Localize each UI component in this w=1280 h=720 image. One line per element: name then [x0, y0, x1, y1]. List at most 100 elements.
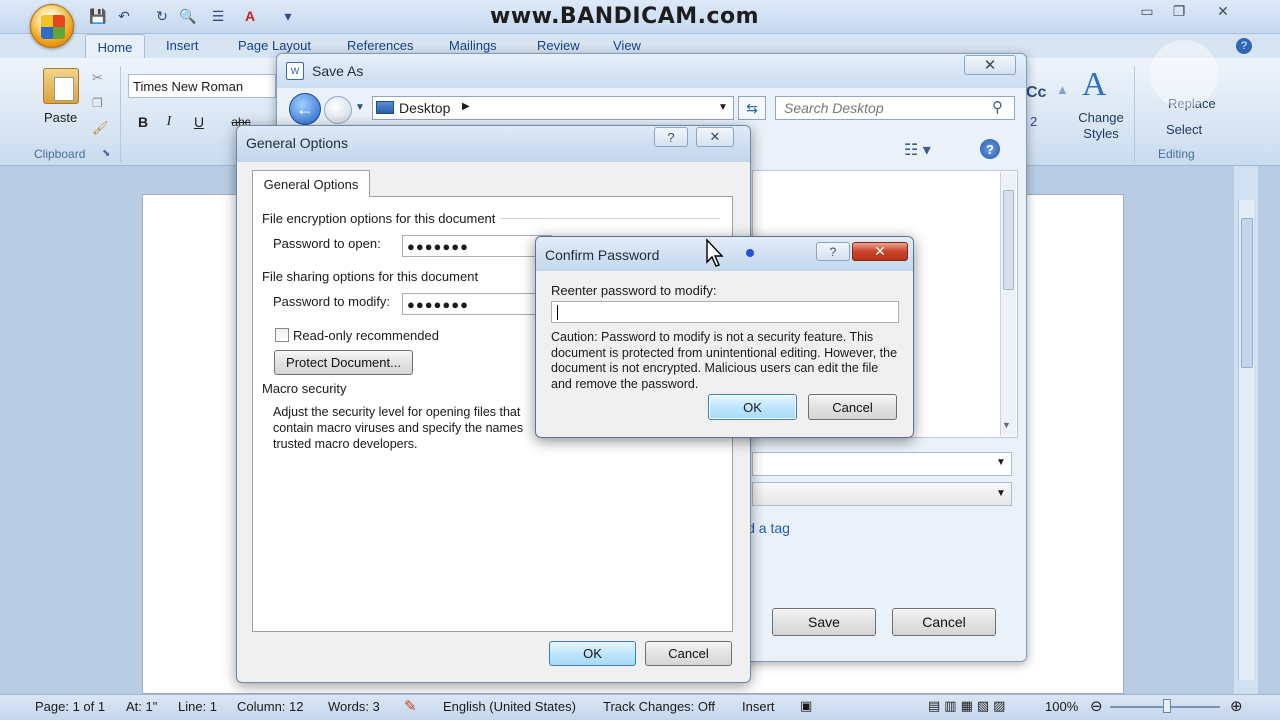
view-buttons-icon[interactable]: ▤▥▦▧▨: [928, 698, 1009, 714]
word-doc-icon: W: [286, 62, 304, 80]
scrollbar-thumb[interactable]: [1241, 218, 1253, 368]
proofing-icon[interactable]: ✎: [404, 697, 417, 715]
status-line[interactable]: Line: 1: [178, 699, 217, 714]
scroll-down-icon[interactable]: ▼: [1002, 420, 1011, 430]
status-at[interactable]: At: 1": [126, 699, 157, 714]
save-button[interactable]: Save: [772, 608, 876, 636]
clipboard-launcher-icon[interactable]: ⬊: [102, 148, 110, 159]
change-styles-icon[interactable]: A: [1082, 66, 1107, 104]
bold-icon[interactable]: B: [132, 112, 154, 132]
zoom-slider-thumb[interactable]: [1163, 699, 1171, 713]
save-as-cancel-button[interactable]: Cancel: [892, 608, 996, 636]
recording-watermark: www.BANDICAM.com: [490, 4, 760, 29]
tab-view[interactable]: View: [613, 38, 641, 53]
protect-document-button[interactable]: Protect Document...: [274, 350, 413, 375]
views-icon[interactable]: ☷ ▾: [904, 140, 931, 160]
copy-icon[interactable]: ❐: [92, 96, 103, 110]
style-cc-icon[interactable]: Cc: [1026, 84, 1046, 102]
save-type-dropdown-icon[interactable]: ▼: [996, 488, 1006, 499]
ribbon-help-icon[interactable]: ?: [1236, 38, 1252, 54]
tab-mailings[interactable]: Mailings: [449, 38, 497, 53]
desktop-icon: [376, 101, 394, 114]
status-words[interactable]: Words: 3: [328, 699, 380, 714]
search-placeholder[interactable]: Search Desktop: [784, 100, 884, 116]
restore-icon[interactable]: ❐: [1162, 1, 1196, 21]
save-type-select[interactable]: [752, 482, 1012, 506]
forward-arrow-icon[interactable]: [324, 96, 352, 124]
zoom-level[interactable]: 100%: [1045, 699, 1078, 714]
search-icon[interactable]: ⚲: [992, 98, 1003, 116]
sharing-heading: File sharing options for this document: [262, 269, 479, 284]
macro-text-line-1: Adjust the security level for opening fi…: [273, 405, 521, 419]
recent-pages-dropdown-icon[interactable]: ▼: [355, 102, 365, 113]
file-name-dropdown-icon[interactable]: ▼: [996, 457, 1006, 468]
change-styles-label[interactable]: Change Styles: [1076, 110, 1126, 142]
status-page[interactable]: Page: 1 of 1: [35, 699, 105, 714]
divider: [500, 218, 720, 219]
refresh-icon[interactable]: ⇆: [738, 96, 766, 120]
password-modify-field[interactable]: ●●●●●●●: [402, 293, 552, 315]
password-open-field[interactable]: ●●●●●●●: [402, 235, 552, 257]
select-button[interactable]: Select: [1166, 122, 1202, 137]
document-scrollbar[interactable]: [1238, 200, 1254, 680]
paste-label[interactable]: Paste: [44, 110, 77, 125]
status-column[interactable]: Column: 12: [237, 699, 303, 714]
qat-dropdown-icon[interactable]: ▾: [278, 6, 298, 26]
redo-icon[interactable]: ↻: [152, 6, 172, 26]
password-modify-label: Password to modify:: [273, 294, 391, 309]
cut-icon[interactable]: ✂: [92, 70, 103, 86]
paste-icon[interactable]: [43, 68, 79, 104]
general-options-close-button[interactable]: ✕: [696, 127, 734, 147]
macro-security-heading: Macro security: [262, 381, 347, 396]
tab-references[interactable]: References: [347, 38, 413, 53]
format-painter-icon[interactable]: 🖌: [92, 120, 109, 136]
back-arrow-icon[interactable]: ←: [289, 93, 321, 125]
file-name-field[interactable]: [752, 452, 1012, 476]
macro-record-icon[interactable]: ▣: [800, 698, 812, 714]
caution-text: Caution: Password to modify is not a sec…: [551, 330, 898, 391]
minimize-icon[interactable]: ▭: [1130, 1, 1164, 21]
save-as-help-icon[interactable]: ?: [980, 139, 1000, 159]
tab-home[interactable]: Home: [85, 34, 145, 59]
breadcrumb-arrow-icon[interactable]: ▶: [462, 101, 470, 112]
group-separator: [1134, 66, 1135, 162]
file-list-scrollbar[interactable]: [1000, 172, 1016, 436]
save-as-close-button[interactable]: ✕: [964, 55, 1016, 75]
office-button[interactable]: [30, 4, 74, 48]
styles-scroll-icon[interactable]: ▲: [1056, 82, 1069, 97]
readonly-label[interactable]: Read-only recommended: [293, 328, 439, 343]
general-options-ok-button[interactable]: OK: [549, 641, 636, 666]
save-icon[interactable]: 💾: [88, 6, 108, 26]
print-preview-icon[interactable]: 🔍: [178, 6, 198, 26]
close-window-icon[interactable]: ✕: [1206, 1, 1240, 21]
font-color-icon[interactable]: A: [240, 6, 260, 26]
font-name-box[interactable]: Times New Roman: [128, 74, 276, 98]
zoom-out-icon[interactable]: ⊖: [1090, 697, 1103, 715]
tab-page-layout[interactable]: Page Layout: [238, 38, 311, 53]
status-track-changes[interactable]: Track Changes: Off: [603, 699, 715, 714]
confirm-ok-button[interactable]: OK: [708, 394, 797, 420]
reenter-password-input[interactable]: [551, 301, 899, 323]
status-language[interactable]: English (United States): [443, 699, 576, 714]
encryption-heading: File encryption options for this documen…: [262, 211, 496, 226]
general-options-cancel-button[interactable]: Cancel: [645, 641, 732, 666]
click-indicator-icon: [746, 249, 754, 257]
undo-icon[interactable]: ↶: [114, 6, 134, 26]
macro-text-line-3: trusted macro developers.: [273, 437, 418, 451]
table-icon[interactable]: ☰: [208, 6, 228, 26]
tab-insert[interactable]: Insert: [166, 38, 199, 53]
address-text[interactable]: Desktop: [399, 100, 450, 116]
underline-icon[interactable]: U: [188, 112, 210, 132]
readonly-checkbox[interactable]: [275, 328, 289, 342]
general-options-help-button[interactable]: ?: [654, 127, 688, 147]
status-mode[interactable]: Insert: [742, 699, 775, 714]
zoom-in-icon[interactable]: ⊕: [1230, 697, 1243, 715]
tab-review[interactable]: Review: [537, 38, 580, 53]
confirm-cancel-button[interactable]: Cancel: [808, 394, 897, 420]
file-list-scroll-thumb[interactable]: [1003, 190, 1014, 290]
tab-general-options[interactable]: General Options: [252, 170, 370, 197]
confirm-help-button[interactable]: ?: [816, 242, 850, 261]
confirm-close-button[interactable]: ✕: [852, 242, 908, 261]
address-dropdown-icon[interactable]: ▼: [718, 102, 728, 113]
italic-icon[interactable]: I: [158, 112, 180, 132]
